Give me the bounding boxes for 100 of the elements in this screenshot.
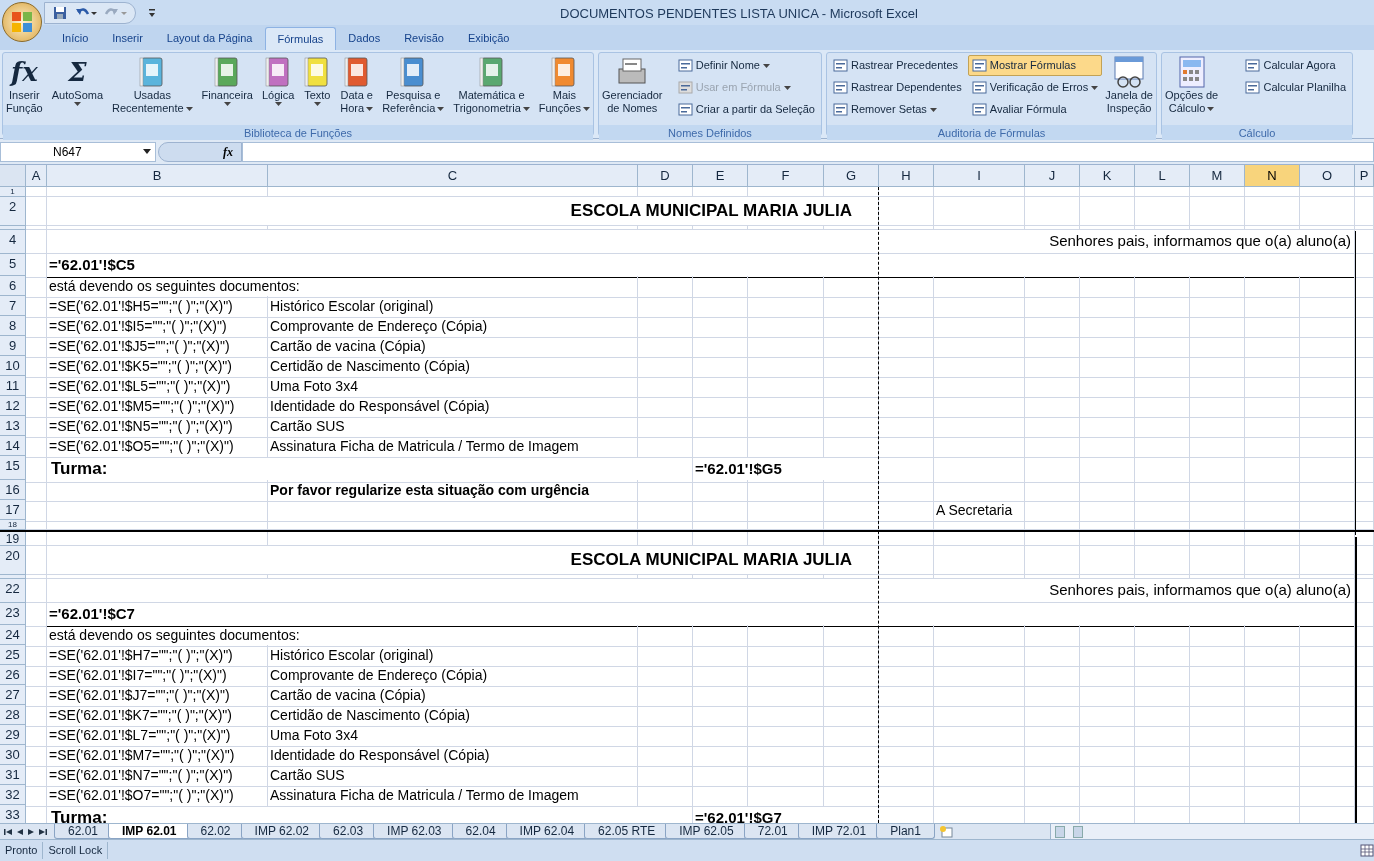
ribbon-button[interactable]: Data e Hora <box>339 55 375 125</box>
office-logo-icon <box>11 11 33 33</box>
function-icon: Σ <box>68 55 87 89</box>
school-title: ESCOLA MUNICIPAL MARIA JULIA <box>47 197 879 226</box>
ribbon-button[interactable]: Texto <box>302 55 333 125</box>
row-header[interactable]: 4 <box>0 230 26 254</box>
group-caption: Cálculo <box>1162 125 1352 140</box>
ribbon-button[interactable]: Avaliar Fórmula <box>967 99 1103 120</box>
ribbon-button[interactable]: Definir Nome <box>673 55 819 76</box>
row-header[interactable]: 7 <box>0 296 26 316</box>
row-header[interactable]: 13 <box>0 416 26 436</box>
document-name: Comprovante de Endereço (Cópia) <box>268 665 638 687</box>
ribbon-button[interactable]: Remover Setas <box>829 99 966 120</box>
ribbon-tab[interactable]: Dados <box>336 27 393 50</box>
ribbon-button[interactable]: Janela de Inspeção <box>1104 55 1154 125</box>
ribbon-button[interactable]: Usadas Recentemente <box>111 55 194 125</box>
ribbon-button[interactable]: Opções de Cálculo <box>1164 55 1220 125</box>
row-header[interactable]: 2 <box>0 197 26 226</box>
row-header[interactable]: 20 <box>0 546 26 575</box>
ribbon-button[interactable]: fx Inserir Função <box>5 55 44 125</box>
formula-cell: =SE('62.01'!$J5="";"( )";"(X)") <box>47 336 268 358</box>
document-name: Cartão de vacina (Cópia) <box>268 685 638 707</box>
ribbon-button[interactable]: Lógica <box>260 55 296 125</box>
name-box[interactable]: N647 <box>0 141 156 162</box>
ribbon-button[interactable]: Mais Funções <box>537 55 591 125</box>
ribbon-button[interactable]: Gerenciador de Nomes <box>601 55 664 125</box>
customize-toolbar-icon[interactable] <box>148 7 156 18</box>
normal-view-icon <box>1360 844 1374 857</box>
ribbon-tab[interactable]: Início <box>50 27 101 50</box>
caret-icon <box>437 106 445 111</box>
tool-icon <box>971 58 987 73</box>
document-name: Histórico Escolar (original) <box>268 645 638 667</box>
row-header[interactable]: 5 <box>0 254 26 276</box>
ribbon-button[interactable]: Calcular Agora <box>1241 55 1350 76</box>
first-sheet-icon[interactable] <box>4 827 12 836</box>
row-header[interactable]: 9 <box>0 336 26 356</box>
row-header[interactable]: 8 <box>0 316 26 336</box>
tool-icon <box>1245 80 1261 95</box>
formula-input[interactable] <box>242 141 1374 162</box>
ribbon-tab[interactable]: Inserir <box>100 27 155 50</box>
previous-sheet-icon[interactable] <box>17 827 23 836</box>
document-name: Cartão SUS <box>268 416 638 438</box>
sheet-tab[interactable]: Plan1 <box>876 824 935 839</box>
row-header[interactable]: 29 <box>0 725 26 745</box>
ribbon-button[interactable]: Σ AutoSoma <box>50 55 105 125</box>
row-header[interactable]: 27 <box>0 685 26 705</box>
row-header[interactable]: 25 <box>0 645 26 665</box>
caret-icon <box>313 102 321 106</box>
row-header[interactable]: 14 <box>0 436 26 456</box>
ribbon-button[interactable]: Financeira <box>200 55 254 125</box>
ribbon-button[interactable]: Matemática e Trigonometria <box>452 55 531 125</box>
row-header[interactable]: 12 <box>0 396 26 416</box>
formula-cell: ='62.01'!$G5 <box>693 456 879 483</box>
ribbon-button[interactable]: Criar a partir da Seleção <box>673 99 819 120</box>
formula-bar-button[interactable]: fx <box>158 141 242 162</box>
row-header[interactable]: 1 <box>0 187 26 197</box>
row-header[interactable]: 24 <box>0 625 26 645</box>
row-header[interactable]: 15 <box>0 456 26 480</box>
row-header[interactable]: 30 <box>0 745 26 765</box>
ribbon-tab[interactable]: Layout da Página <box>154 27 265 50</box>
window-title: DOCUMENTOS PENDENTES LISTA UNICA - Microsoft Excel <box>560 5 918 23</box>
row-header[interactable]: 26 <box>0 665 26 685</box>
ribbon-button[interactable]: Calcular Planilha <box>1241 77 1350 98</box>
row-header[interactable]: 22 <box>0 579 26 603</box>
row-header[interactable]: 18 <box>0 520 26 530</box>
row-header[interactable]: 33 <box>0 805 26 823</box>
formula-cell: =SE('62.01'!$O5="";"( )";"(X)") <box>47 436 268 458</box>
greeting-text: Senhores pais, informamos que o(a) aluno(a) <box>47 579 1355 603</box>
row-header[interactable]: 17 <box>0 500 26 520</box>
ribbon-tab[interactable]: Exibição <box>455 27 522 50</box>
next-sheet-icon[interactable] <box>28 827 34 836</box>
ribbon-button[interactable]: Rastrear Dependentes <box>829 77 966 98</box>
formula-cell: ='62.01'!$C5 <box>47 254 1355 278</box>
row-header[interactable]: 11 <box>0 376 26 396</box>
row-header[interactable]: 10 <box>0 356 26 376</box>
ribbon-button[interactable]: Verificação de Erros <box>967 77 1103 98</box>
ribbon-button[interactable]: Mostrar Fórmulas <box>967 55 1103 76</box>
row-header[interactable]: 19 <box>0 532 26 546</box>
row-header[interactable]: 31 <box>0 765 26 785</box>
row-header[interactable]: 23 <box>0 603 26 625</box>
save-icon[interactable] <box>53 5 67 20</box>
row-header[interactable]: 16 <box>0 480 26 500</box>
last-sheet-icon[interactable] <box>39 827 47 836</box>
row-header[interactable]: 6 <box>0 276 26 296</box>
class-label: Turma: <box>47 456 693 483</box>
caret-icon <box>783 85 791 90</box>
column-header[interactable]: N <box>1245 165 1300 186</box>
row-header[interactable]: 32 <box>0 785 26 805</box>
ribbon-tab[interactable]: Revisão <box>392 27 456 50</box>
horizontal-scrollbar[interactable] <box>1050 824 1374 839</box>
caret-icon <box>143 149 151 154</box>
formula-cell: =SE('62.01'!$O7="";"( )";"(X)") <box>47 785 268 807</box>
formula-cell: =SE('62.01'!$M5="";"( )";"(X)") <box>47 396 268 418</box>
ribbon-button[interactable]: Pesquisa e Referência <box>381 55 446 125</box>
caret-icon <box>366 106 374 111</box>
row-header[interactable]: 28 <box>0 705 26 725</box>
ribbon-tab[interactable]: Fórmulas <box>264 27 337 50</box>
function-icon: fx <box>223 142 233 161</box>
ribbon-button[interactable]: Rastrear Precedentes <box>829 55 966 76</box>
office-button[interactable] <box>2 2 42 42</box>
